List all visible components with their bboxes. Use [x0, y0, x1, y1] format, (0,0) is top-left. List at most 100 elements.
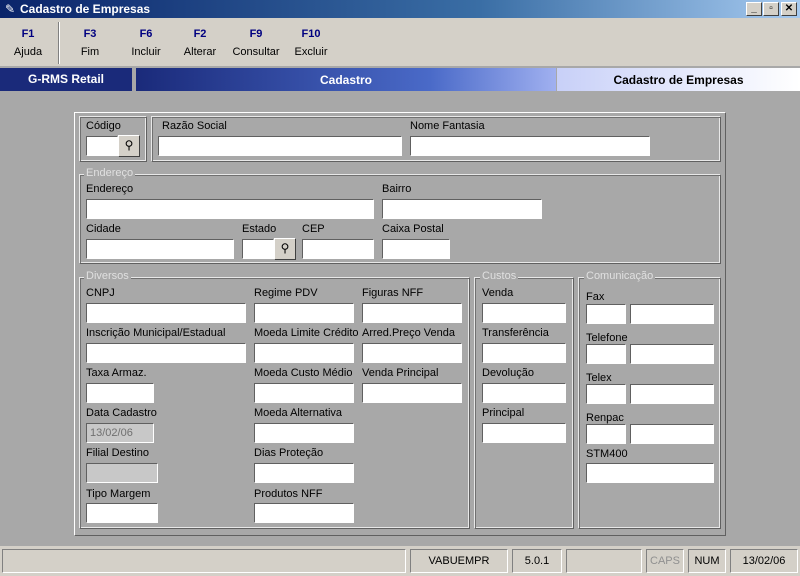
codigo-label: Código: [86, 120, 121, 132]
tipo-margem-input[interactable]: [87, 504, 157, 522]
taxa-armaz-field[interactable]: [86, 383, 154, 403]
telex-number-field[interactable]: [630, 384, 714, 404]
venda-principal-field[interactable]: [362, 383, 462, 403]
moeda-alternativa-field[interactable]: [254, 423, 354, 443]
razao-social-input[interactable]: [159, 137, 401, 155]
fax-label: Fax: [586, 291, 605, 303]
endereco-field[interactable]: [86, 199, 374, 219]
taxa-armaz-label: Taxa Armaz.: [86, 367, 147, 379]
cep-input[interactable]: [303, 240, 373, 258]
inscricao-field[interactable]: [86, 343, 246, 363]
custo-transferencia-field[interactable]: [482, 343, 566, 363]
renpac-ddd-field[interactable]: [586, 424, 626, 444]
stm400-field[interactable]: [586, 463, 714, 483]
cnpj-input[interactable]: [87, 304, 245, 322]
telex-ddd-input[interactable]: [587, 385, 625, 403]
fax-ddd-input[interactable]: [587, 305, 625, 323]
regime-pdv-input[interactable]: [255, 304, 353, 322]
fax-number-input[interactable]: [631, 305, 713, 323]
fkey-f6-incluir[interactable]: F6 Incluir: [128, 28, 164, 58]
cidade-input[interactable]: [87, 240, 233, 258]
caixa-postal-field[interactable]: [382, 239, 450, 259]
fkey-f3-fim[interactable]: F3 Fim: [74, 28, 106, 58]
endereco-input[interactable]: [87, 200, 373, 218]
telefone-number-input[interactable]: [631, 345, 713, 363]
figuras-nff-input[interactable]: [363, 304, 461, 322]
arred-preco-field[interactable]: [362, 343, 462, 363]
estado-input[interactable]: [243, 240, 273, 258]
telex-ddd-field[interactable]: [586, 384, 626, 404]
stm400-input[interactable]: [587, 464, 713, 482]
telefone-ddd-field[interactable]: [586, 344, 626, 364]
custo-transferencia-label: Transferência: [482, 327, 549, 339]
dias-protecao-input[interactable]: [255, 464, 353, 482]
fkey-key: F10: [301, 28, 321, 40]
fkey-label: Alterar: [183, 46, 217, 58]
figuras-nff-label: Figuras NFF: [362, 287, 424, 299]
cnpj-field[interactable]: [86, 303, 246, 323]
custo-venda-field[interactable]: [482, 303, 566, 323]
codigo-lookup-button[interactable]: ⚲: [118, 135, 140, 157]
venda-principal-label: Venda Principal: [362, 367, 439, 379]
nome-fantasia-input[interactable]: [411, 137, 649, 155]
estado-lookup-button[interactable]: ⚲: [274, 238, 296, 260]
renpac-number-field[interactable]: [630, 424, 714, 444]
fax-ddd-field[interactable]: [586, 304, 626, 324]
custo-devolucao-field[interactable]: [482, 383, 566, 403]
razao-social-field[interactable]: [158, 136, 402, 156]
binoculars-icon: ⚲: [280, 241, 290, 255]
custos-group-title: Custos: [480, 270, 519, 282]
codigo-input[interactable]: [87, 137, 117, 155]
inscricao-input[interactable]: [87, 344, 245, 362]
custo-principal-input[interactable]: [483, 424, 565, 442]
produtos-nff-field[interactable]: [254, 503, 354, 523]
venda-principal-input[interactable]: [363, 384, 461, 402]
comunicacao-group-title: Comunicação: [584, 270, 656, 282]
fkey-f10-excluir[interactable]: F10 Excluir: [292, 28, 330, 58]
fkey-label: Consultar: [232, 46, 280, 58]
regime-pdv-field[interactable]: [254, 303, 354, 323]
fkey-f9-consultar[interactable]: F9 Consultar: [232, 28, 280, 58]
dias-protecao-field[interactable]: [254, 463, 354, 483]
custo-transferencia-input[interactable]: [483, 344, 565, 362]
nome-fantasia-label: Nome Fantasia: [410, 120, 485, 132]
telex-number-input[interactable]: [631, 385, 713, 403]
renpac-number-input[interactable]: [631, 425, 713, 443]
custo-venda-input[interactable]: [483, 304, 565, 322]
maximize-button[interactable]: ▫: [763, 2, 779, 16]
cep-field[interactable]: [302, 239, 374, 259]
window-title: Cadastro de Empresas: [20, 2, 151, 16]
moeda-limite-field[interactable]: [254, 343, 354, 363]
fax-number-field[interactable]: [630, 304, 714, 324]
tipo-margem-field[interactable]: [86, 503, 158, 523]
estado-field[interactable]: [242, 239, 274, 259]
renpac-ddd-input[interactable]: [587, 425, 625, 443]
minimize-button[interactable]: _: [746, 2, 762, 16]
produtos-nff-label: Produtos NFF: [254, 488, 323, 500]
moeda-custo-input[interactable]: [255, 384, 353, 402]
arred-preco-input[interactable]: [363, 344, 461, 362]
figuras-nff-field[interactable]: [362, 303, 462, 323]
moeda-limite-input[interactable]: [255, 344, 353, 362]
custo-principal-field[interactable]: [482, 423, 566, 443]
telefone-ddd-input[interactable]: [587, 345, 625, 363]
cidade-field[interactable]: [86, 239, 234, 259]
codigo-field[interactable]: [86, 136, 118, 156]
caixa-postal-input[interactable]: [383, 240, 449, 258]
taxa-armaz-input[interactable]: [87, 384, 153, 402]
close-button[interactable]: ✕: [781, 2, 797, 16]
moeda-alternativa-input[interactable]: [255, 424, 353, 442]
telefone-label: Telefone: [586, 332, 628, 344]
bairro-field[interactable]: [382, 199, 542, 219]
telefone-number-field[interactable]: [630, 344, 714, 364]
status-empty: [566, 549, 642, 573]
bairro-input[interactable]: [383, 200, 541, 218]
moeda-custo-field[interactable]: [254, 383, 354, 403]
nome-fantasia-field[interactable]: [410, 136, 650, 156]
regime-pdv-label: Regime PDV: [254, 287, 318, 299]
pen-icon: ✎: [4, 2, 16, 16]
fkey-f1-ajuda[interactable]: F1 Ajuda: [10, 28, 46, 58]
produtos-nff-input[interactable]: [255, 504, 353, 522]
custo-devolucao-input[interactable]: [483, 384, 565, 402]
fkey-f2-alterar[interactable]: F2 Alterar: [182, 28, 218, 58]
